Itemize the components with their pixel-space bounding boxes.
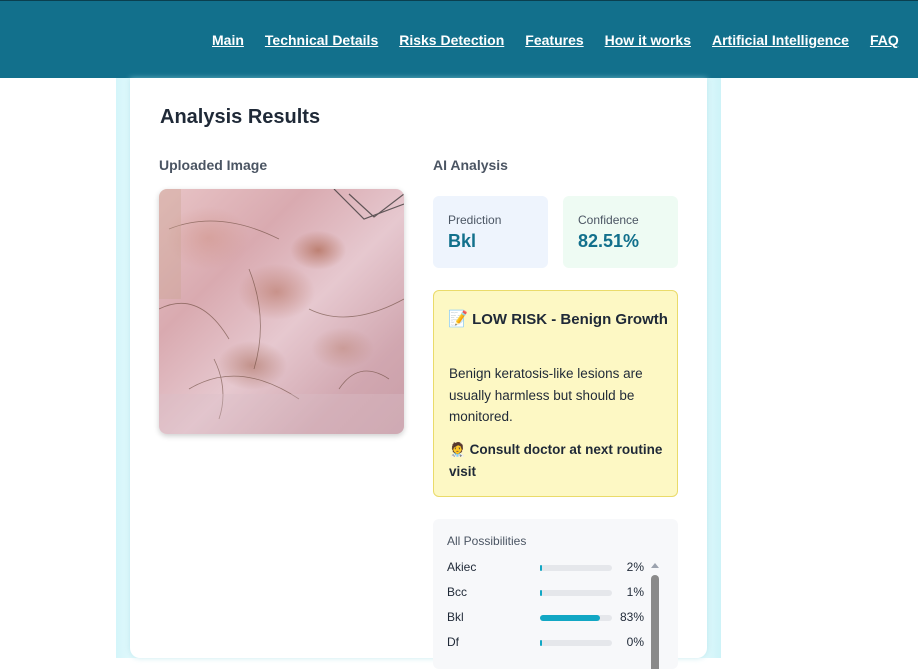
possibility-row: Bcc 1% [447, 583, 657, 603]
possibility-percent: 83% [619, 610, 644, 624]
risk-action-text: Consult doctor at next routine visit [449, 442, 663, 479]
risk-assessment-box: 📝 LOW RISK - Benign Growth Benign kerato… [433, 290, 678, 497]
possibility-bar-track [540, 615, 612, 621]
uploaded-image-label: Uploaded Image [159, 157, 268, 173]
confidence-box: Confidence 82.51% [563, 196, 678, 268]
prediction-value: Bkl [448, 231, 477, 251]
analysis-results-card: Analysis Results Uploaded Image AI Analy… [130, 78, 707, 669]
prediction-label: Prediction [448, 213, 502, 227]
nav-link-how-it-works[interactable]: How it works [605, 32, 691, 48]
risk-heading: LOW RISK - Benign Growth [472, 311, 668, 328]
nav-link-main[interactable]: Main [212, 32, 244, 48]
possibility-bar-track [540, 565, 612, 571]
confidence-value: 82.51% [578, 231, 640, 251]
possibility-percent: 1% [626, 585, 644, 599]
possibility-row: Df 0% [447, 633, 657, 653]
possibility-row: Bkl 83% [447, 608, 657, 628]
possibilities-title: All Possibilities [447, 534, 527, 548]
nav-link-risks-detection[interactable]: Risks Detection [399, 32, 504, 48]
possibility-bar-track [540, 640, 612, 646]
scrollbar-thumb[interactable] [651, 575, 659, 669]
risk-description: Benign keratosis-like lesions are usuall… [449, 366, 643, 424]
possibility-name: Bcc [447, 585, 468, 599]
scroll-up-arrow-icon[interactable] [651, 563, 659, 568]
possibility-bar-fill [540, 590, 542, 596]
uploaded-skin-image [159, 189, 404, 434]
nav-link-technical-details[interactable]: Technical Details [265, 32, 378, 48]
possibility-bar-fill [540, 615, 600, 621]
memo-icon: 📝 [448, 311, 468, 328]
nav-link-artificial-intelligence[interactable]: Artificial Intelligence [712, 32, 849, 48]
possibility-name: Akiec [447, 560, 477, 574]
nav-link-features[interactable]: Features [525, 32, 583, 48]
prediction-box: Prediction Bkl [433, 196, 548, 268]
possibility-row: Akiec 2% [447, 558, 657, 578]
possibility-bar-fill [540, 640, 542, 646]
top-navigation-bar: Main Technical Details Risks Detection F… [0, 0, 918, 78]
possibility-bar-track [540, 590, 612, 596]
results-title: Analysis Results [160, 106, 321, 128]
all-possibilities-panel[interactable]: All Possibilities Akiec 2% Bcc 1% Bkl 83… [433, 519, 678, 669]
main-nav: Main Technical Details Risks Detection F… [212, 32, 918, 48]
possibility-name: Bkl [447, 610, 464, 624]
confidence-label: Confidence [578, 213, 639, 227]
doctor-icon: 🧑‍⚕️ [449, 442, 466, 457]
possibility-percent: 2% [626, 560, 644, 574]
possibility-bar-fill [540, 565, 542, 571]
nav-link-faq[interactable]: FAQ [870, 32, 899, 48]
ai-analysis-label: AI Analysis [433, 157, 508, 173]
possibility-percent: 0% [626, 635, 644, 649]
possibility-name: Df [447, 635, 459, 649]
